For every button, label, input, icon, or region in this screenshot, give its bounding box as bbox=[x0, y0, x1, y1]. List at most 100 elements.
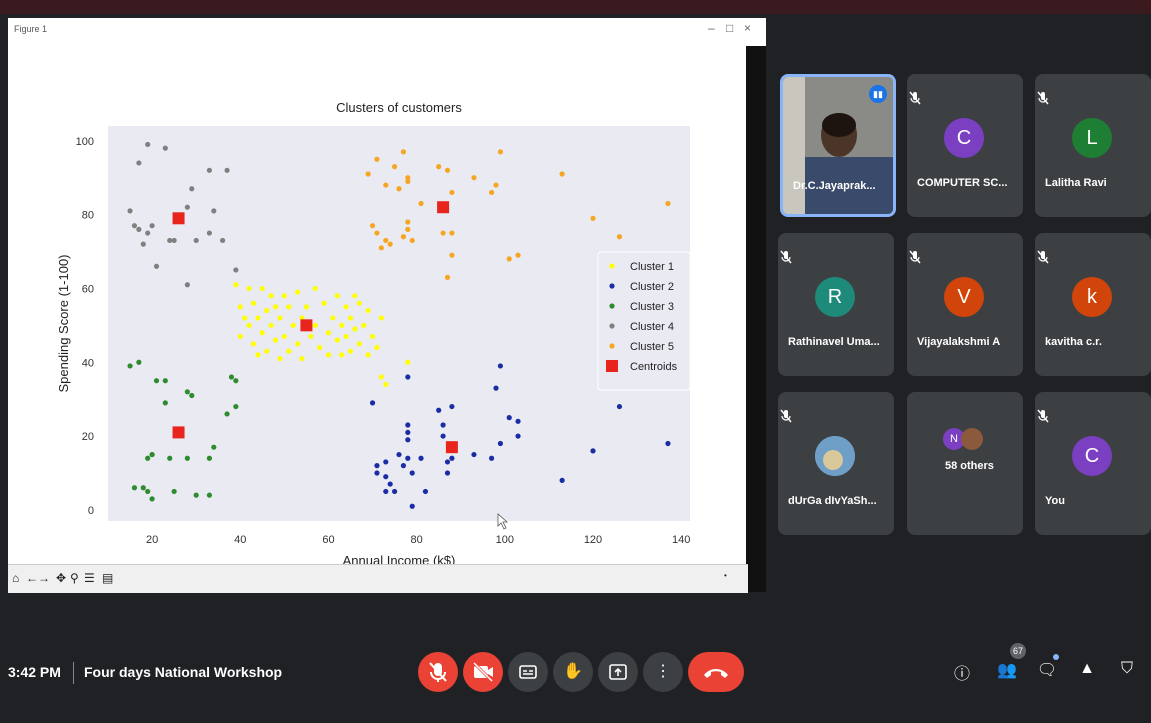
participant-tile[interactable]: V Vijayalakshmi A bbox=[907, 233, 1023, 376]
data-point bbox=[162, 145, 168, 151]
data-point bbox=[515, 252, 521, 258]
legend-marker bbox=[609, 303, 615, 309]
data-point bbox=[444, 470, 451, 476]
data-point bbox=[233, 282, 239, 288]
centroid-marker bbox=[172, 212, 185, 225]
centroid-marker bbox=[300, 319, 313, 332]
data-point bbox=[347, 315, 354, 321]
data-point bbox=[374, 470, 380, 476]
participant-tile[interactable]: R Rathinavel Uma... bbox=[778, 233, 894, 376]
home-icon[interactable]: ⌂ bbox=[12, 571, 19, 585]
data-point bbox=[131, 223, 138, 229]
matplotlib-toolbar: ⌂ ← → ✥ ⚲ ☰ ▤ • bbox=[8, 564, 748, 593]
minimize-icon[interactable]: – bbox=[708, 21, 715, 35]
data-point bbox=[149, 496, 155, 502]
data-point bbox=[281, 293, 287, 299]
muted-mic-icon bbox=[909, 91, 921, 105]
avatar: R bbox=[815, 277, 855, 317]
data-point bbox=[136, 359, 142, 365]
data-point bbox=[488, 455, 495, 461]
legend-label: Cluster 2 bbox=[630, 281, 674, 293]
data-point bbox=[246, 285, 252, 292]
data-point bbox=[334, 337, 340, 343]
participant-tile[interactable]: k kavitha c.r. bbox=[1035, 233, 1151, 376]
data-point bbox=[211, 444, 217, 450]
data-point bbox=[189, 186, 195, 192]
data-point bbox=[449, 455, 455, 461]
status-dot: • bbox=[724, 571, 727, 580]
data-point bbox=[352, 293, 358, 299]
participant-name: Rathinavel Uma... bbox=[788, 336, 880, 348]
participant-tile[interactable]: N 58 others bbox=[907, 392, 1023, 535]
save-icon[interactable]: ▤ bbox=[102, 571, 113, 585]
data-point bbox=[506, 415, 512, 421]
pan-icon[interactable]: ✥ bbox=[56, 571, 66, 585]
x-tick-label: 80 bbox=[411, 534, 423, 546]
data-point bbox=[167, 455, 173, 461]
legend-marker bbox=[609, 343, 615, 349]
data-point bbox=[153, 263, 160, 269]
x-axis-label: Annual Income (k$) bbox=[343, 553, 456, 564]
data-point bbox=[365, 352, 371, 358]
data-point bbox=[488, 189, 495, 196]
back-icon[interactable]: ← bbox=[26, 571, 38, 585]
more-options-button[interactable]: ⋮ bbox=[643, 652, 683, 692]
data-point bbox=[396, 186, 402, 192]
y-tick-label: 60 bbox=[82, 283, 94, 295]
avatar: V bbox=[944, 277, 984, 317]
data-point bbox=[383, 237, 389, 244]
raise-hand-button[interactable]: ✋ bbox=[553, 652, 593, 692]
zoom-icon[interactable]: ⚲ bbox=[70, 571, 79, 585]
maximize-icon[interactable]: □ bbox=[726, 21, 733, 35]
data-point bbox=[422, 488, 429, 495]
camera-off-button[interactable] bbox=[463, 652, 503, 692]
data-point bbox=[665, 440, 671, 447]
participant-tile[interactable]: dUrGa dIvYaSh... bbox=[778, 392, 894, 535]
data-point bbox=[268, 293, 274, 299]
present-screen-button[interactable] bbox=[598, 652, 638, 692]
data-point bbox=[493, 182, 499, 188]
data-point bbox=[299, 355, 305, 362]
forward-icon[interactable]: → bbox=[38, 571, 50, 585]
chat-icon[interactable]: 🗨 bbox=[1035, 660, 1059, 684]
data-point bbox=[294, 289, 301, 295]
participant-tile[interactable]: C COMPUTER SC... bbox=[907, 74, 1023, 217]
data-point bbox=[145, 488, 151, 495]
x-tick-label: 60 bbox=[322, 534, 334, 546]
data-point bbox=[343, 333, 349, 340]
data-point bbox=[184, 389, 190, 395]
leave-call-button[interactable] bbox=[688, 652, 744, 692]
data-point bbox=[405, 437, 411, 443]
data-point bbox=[171, 488, 177, 495]
data-point bbox=[409, 237, 415, 244]
participant-tile[interactable]: ▮▮ Dr.C.Jayaprak... bbox=[780, 74, 896, 217]
data-point bbox=[255, 352, 261, 358]
data-point bbox=[444, 167, 451, 173]
data-point bbox=[264, 307, 270, 314]
centroid-marker bbox=[437, 201, 450, 214]
data-point bbox=[449, 252, 455, 258]
data-point bbox=[140, 241, 146, 247]
data-point bbox=[356, 300, 362, 306]
data-point bbox=[162, 400, 168, 406]
data-point bbox=[515, 418, 521, 424]
participant-tile[interactable]: C You bbox=[1035, 392, 1151, 535]
close-icon[interactable]: × bbox=[744, 21, 751, 35]
participant-tile[interactable]: L Lalitha Ravi bbox=[1035, 74, 1151, 217]
data-point bbox=[396, 451, 402, 458]
activities-icon[interactable]: ▲ bbox=[1075, 660, 1099, 684]
people-icon[interactable]: 👥 bbox=[995, 660, 1019, 684]
host-controls-icon[interactable]: ⛉ bbox=[1115, 660, 1139, 684]
data-point bbox=[233, 403, 239, 410]
legend-label: Cluster 1 bbox=[630, 261, 674, 273]
meeting-info-icon[interactable]: ⓘ bbox=[950, 660, 974, 684]
captions-button[interactable] bbox=[508, 652, 548, 692]
microphone-off-button[interactable] bbox=[418, 652, 458, 692]
data-point bbox=[294, 341, 301, 347]
data-point bbox=[145, 230, 151, 236]
data-point bbox=[317, 344, 323, 351]
data-point bbox=[515, 433, 521, 439]
data-point bbox=[365, 171, 371, 177]
configure-icon[interactable]: ☰ bbox=[84, 571, 95, 585]
x-tick-label: 40 bbox=[234, 534, 246, 546]
